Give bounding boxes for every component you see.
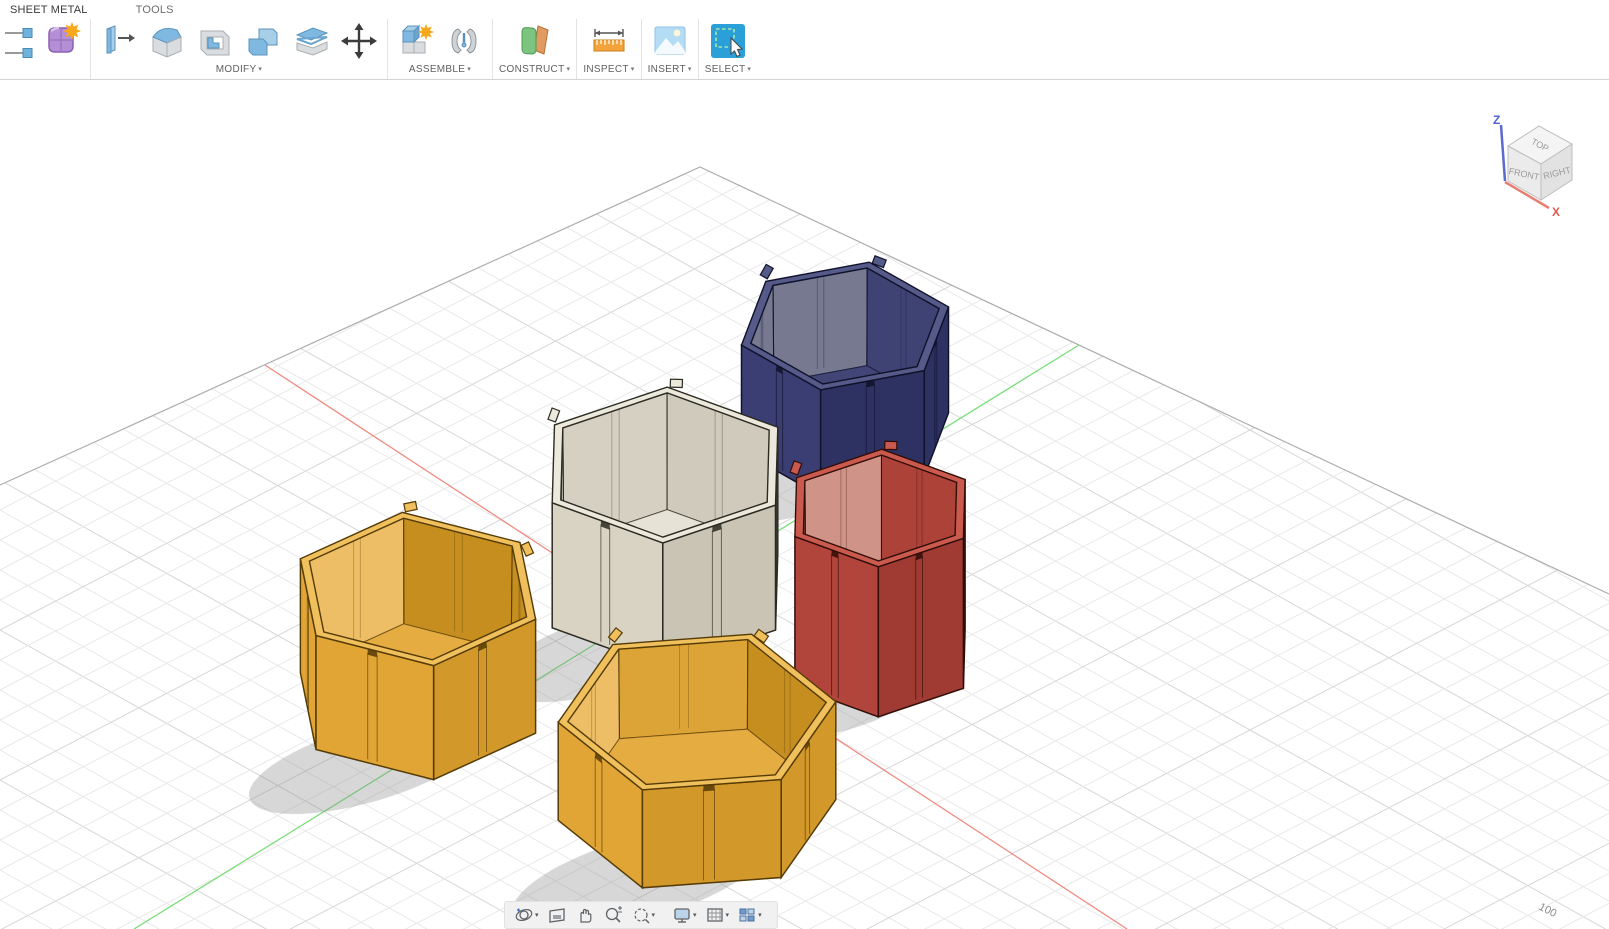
ribbon-group-construct: CONSTRUCT▾ <box>493 19 577 79</box>
select-group-label[interactable]: SELECT▾ <box>705 63 752 77</box>
grid-scale-label: 100 <box>1537 901 1559 920</box>
lines-with-nodes-button[interactable] <box>2 19 36 63</box>
fit-window-icon <box>631 905 651 925</box>
grid-settings-caret: ▾ <box>726 911 730 919</box>
orbit-caret: ▾ <box>535 911 539 919</box>
select-icon <box>707 20 749 62</box>
tab-ear <box>885 441 897 449</box>
ribbon: MODIFY▾ <box>0 19 1609 79</box>
navigation-bar: ▾ ▾ <box>504 901 778 929</box>
grid-settings-icon <box>705 905 725 925</box>
ribbon-group-modify: MODIFY▾ <box>91 19 388 79</box>
orbit-icon <box>514 905 534 925</box>
tab-sheet-metal[interactable]: SHEET METAL <box>0 4 98 16</box>
select-button[interactable] <box>706 19 750 63</box>
fit-window-button[interactable]: ▾ <box>628 903 659 927</box>
modify-group-label[interactable]: MODIFY▾ <box>216 63 263 77</box>
viewcube-z-axis <box>1501 125 1505 181</box>
create-group-label <box>41 63 44 77</box>
insert-image-icon <box>649 20 691 62</box>
construct-group-label[interactable]: CONSTRUCT▾ <box>499 63 570 77</box>
ribbon-group-select: SELECT▾ <box>699 19 758 79</box>
joint-button[interactable] <box>442 19 486 63</box>
construct-plane-button[interactable] <box>513 19 557 63</box>
move-copy-icon <box>339 21 379 61</box>
shell-button[interactable] <box>193 19 237 63</box>
tab-ear <box>548 408 560 422</box>
top-toolbar: SHEET METAL TOOLS <box>0 0 1609 80</box>
model-red-box[interactable] <box>790 441 965 717</box>
press-pull-icon <box>99 21 139 61</box>
pan-button[interactable] <box>572 903 598 927</box>
measure-icon <box>588 20 630 62</box>
ribbon-group-assemble: ASSEMBLE▾ <box>388 19 493 79</box>
scene-canvas[interactable] <box>0 80 1609 929</box>
look-at-icon <box>547 905 567 925</box>
new-component-button[interactable] <box>394 19 438 63</box>
tab-ear <box>404 502 417 512</box>
assemble-group-label[interactable]: ASSEMBLE▾ <box>409 63 471 77</box>
split-face-button[interactable] <box>289 19 333 63</box>
display-settings-icon <box>672 905 692 925</box>
move-copy-button[interactable] <box>337 19 381 63</box>
grid-settings-button[interactable]: ▾ <box>702 903 733 927</box>
joint-icon <box>444 21 484 61</box>
new-component-icon <box>395 20 437 62</box>
viewport-3d[interactable]: Z X TOP FRONT RIGHT 100 ▾ <box>0 80 1609 929</box>
fillet-button[interactable] <box>145 19 189 63</box>
insert-group-label[interactable]: INSERT▾ <box>648 63 692 77</box>
ribbon-group-insert: INSERT▾ <box>642 19 699 79</box>
tab-ear <box>670 379 682 387</box>
split-face-icon <box>291 21 331 61</box>
flange-button[interactable] <box>40 19 84 63</box>
workspace-tabs: SHEET METAL TOOLS <box>0 0 1609 19</box>
insert-image-button[interactable] <box>648 19 692 63</box>
orbit-button[interactable]: ▾ <box>511 903 542 927</box>
lines-with-nodes-icon <box>4 21 34 61</box>
fillet-icon <box>147 21 187 61</box>
zoom-icon <box>603 905 623 925</box>
shell-icon <box>195 21 235 61</box>
combine-icon <box>243 21 283 61</box>
combine-button[interactable] <box>241 19 285 63</box>
press-pull-button[interactable] <box>97 19 141 63</box>
viewcube-x-label: X <box>1552 205 1560 219</box>
viewports-button[interactable]: ▾ <box>734 903 765 927</box>
grid-scale: 100 <box>1520 895 1600 929</box>
inspect-group-label[interactable]: INSPECT▾ <box>583 63 634 77</box>
display-settings-caret: ▾ <box>693 911 697 919</box>
viewcube[interactable]: Z X TOP FRONT RIGHT <box>1457 98 1587 228</box>
viewports-caret: ▾ <box>758 911 762 919</box>
model-beige-box[interactable] <box>548 379 778 668</box>
purple-cube-star-icon <box>41 20 83 62</box>
ribbon-group-inspect: INSPECT▾ <box>577 19 641 79</box>
pan-icon <box>575 905 595 925</box>
model-orange-left-box[interactable] <box>300 502 535 780</box>
viewcube-z-label: Z <box>1493 113 1500 127</box>
fit-window-caret: ▾ <box>652 911 656 919</box>
tab-tools[interactable]: TOOLS <box>126 4 184 16</box>
viewports-icon <box>737 905 757 925</box>
construct-plane-icon <box>514 20 556 62</box>
display-settings-button[interactable]: ▾ <box>669 903 700 927</box>
zoom-button[interactable] <box>600 903 626 927</box>
ribbon-group-create <box>0 19 91 79</box>
look-at-button[interactable] <box>544 903 570 927</box>
measure-button[interactable] <box>587 19 631 63</box>
